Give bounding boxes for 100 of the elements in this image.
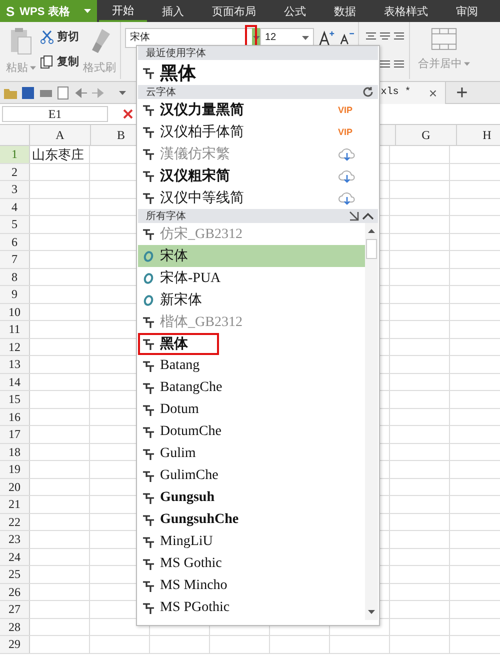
font-list-item[interactable]: 宋体 — [138, 245, 365, 267]
menu-tab[interactable]: 审阅 — [443, 0, 491, 22]
font-list-item[interactable]: Gungsuh — [138, 487, 365, 509]
row-header[interactable]: 25 — [0, 566, 30, 582]
menu-tab[interactable]: 插入 — [149, 0, 197, 22]
column-header[interactable]: G — [396, 125, 457, 145]
scroll-up-icon[interactable] — [368, 229, 375, 233]
font-list-item[interactable]: MS PGothic — [138, 597, 365, 619]
font-list-item[interactable]: DotumChe — [138, 421, 365, 443]
row-header[interactable]: 22 — [0, 514, 30, 530]
column-header[interactable]: H — [457, 125, 500, 145]
column-header[interactable]: A — [30, 125, 91, 145]
row-header[interactable]: 20 — [0, 478, 30, 495]
font-list-item[interactable]: MS Gothic — [138, 553, 365, 575]
row-header[interactable]: 23 — [0, 531, 30, 548]
row-header[interactable]: 7 — [0, 251, 30, 268]
quick-access-icons-drawing[interactable] — [3, 84, 128, 100]
vip-label: VIP — [338, 104, 354, 117]
copy-button[interactable]: 复制 — [40, 54, 79, 69]
row-header[interactable]: 18 — [0, 444, 30, 460]
row-header[interactable]: 19 — [0, 461, 30, 478]
cloud-download-icon[interactable] — [338, 147, 356, 161]
font-list-item[interactable]: GungsuhChe — [138, 509, 365, 531]
caret-icon — [252, 36, 260, 40]
copy-icon — [40, 54, 54, 68]
row-header[interactable]: 24 — [0, 548, 30, 565]
truetype-font-icon — [142, 338, 155, 350]
row-header[interactable]: 15 — [0, 391, 30, 408]
font-list-item[interactable]: 新宋体 — [138, 289, 365, 311]
name-box[interactable]: E1 — [2, 106, 108, 122]
row-header[interactable]: 2 — [0, 164, 30, 180]
menu-tab[interactable]: 表格样式 — [371, 0, 441, 22]
truetype-font-icon — [142, 514, 155, 526]
grow-font-icon[interactable] — [319, 30, 335, 46]
opentype-font-icon — [142, 272, 155, 284]
cloud-download-icon[interactable] — [338, 191, 356, 205]
truetype-font-icon — [142, 228, 155, 240]
close-button[interactable]: × — [428, 84, 437, 100]
scissors-icon — [40, 30, 54, 44]
row-header[interactable]: 8 — [0, 268, 30, 285]
close-icon[interactable] — [122, 108, 134, 120]
truetype-font-icon — [142, 492, 155, 504]
cloud-download-icon[interactable] — [338, 169, 356, 183]
menu-tab[interactable]: 公式 — [271, 0, 319, 22]
row-header[interactable]: 4 — [0, 198, 30, 215]
row-header[interactable]: 12 — [0, 338, 30, 355]
row-header[interactable]: 14 — [0, 374, 30, 390]
scroll-thumb[interactable] — [366, 239, 377, 259]
font-list-item[interactable]: Dotum — [138, 399, 365, 421]
row-header[interactable]: 21 — [0, 496, 30, 512]
truetype-font-icon — [142, 148, 155, 160]
font-list-item[interactable]: 黑体 — [138, 60, 378, 85]
font-list-item[interactable]: 宋体-PUA — [138, 267, 365, 289]
truetype-font-icon — [142, 558, 155, 570]
sort-collapse-icons-drawing[interactable] — [348, 210, 374, 222]
font-list-item[interactable]: 汉仪中等线简 — [138, 187, 338, 209]
row-header[interactable]: 28 — [0, 618, 30, 635]
section-title: 最近使用字体 — [146, 46, 206, 60]
caret-icon — [302, 36, 309, 40]
row-header[interactable]: 13 — [0, 356, 30, 372]
row-header[interactable]: 9 — [0, 286, 30, 302]
merge-cells-icon — [431, 27, 457, 51]
row-header[interactable]: 26 — [0, 584, 30, 600]
row-header[interactable]: 1 — [0, 146, 30, 162]
truetype-font-icon — [142, 316, 155, 328]
row-header[interactable]: 29 — [0, 636, 30, 652]
row-header[interactable]: 11 — [0, 321, 30, 338]
refresh-icon[interactable] — [362, 86, 374, 98]
row-header[interactable]: 5 — [0, 216, 30, 232]
font-list-item[interactable]: Batang — [138, 355, 365, 377]
truetype-font-icon — [142, 448, 155, 460]
font-list-item[interactable]: 汉仪力量黑简 — [138, 99, 338, 121]
truetype-font-icon — [142, 382, 155, 394]
row-header[interactable]: 10 — [0, 304, 30, 320]
row-header[interactable]: 3 — [0, 181, 30, 198]
font-list-item[interactable]: 黑体 — [138, 333, 219, 355]
row-header[interactable]: 16 — [0, 408, 30, 425]
menu-tab[interactable]: 页面布局 — [199, 0, 269, 22]
menu-tab[interactable]: 数据 — [321, 0, 369, 22]
shrink-font-icon[interactable] — [340, 31, 354, 45]
truetype-font-icon — [142, 404, 155, 416]
font-list-item[interactable]: Gulim — [138, 443, 365, 465]
cut-button[interactable]: 剪切 — [40, 29, 79, 44]
scrollbar[interactable] — [365, 223, 378, 620]
font-list-item[interactable]: GulimChe — [138, 465, 365, 487]
new-tab-button[interactable]: + — [446, 82, 478, 102]
row-header[interactable]: 6 — [0, 234, 30, 250]
truetype-font-icon — [142, 470, 155, 482]
opentype-font-icon — [142, 294, 155, 306]
font-list-item[interactable]: MS Mincho — [138, 575, 365, 597]
row-header[interactable]: 27 — [0, 601, 30, 618]
scroll-down-icon[interactable] — [368, 610, 375, 614]
truetype-font-icon — [142, 580, 155, 592]
font-list-item[interactable]: BatangChe — [138, 377, 365, 399]
font-list-item[interactable]: 汉仪粗宋简 — [138, 165, 338, 187]
row-header[interactable]: 17 — [0, 426, 30, 442]
vip-label: VIP — [338, 126, 354, 139]
document-tab[interactable]: xls * × — [378, 82, 446, 104]
font-list-item[interactable]: MingLiU — [138, 531, 365, 553]
opentype-font-icon — [142, 250, 155, 262]
